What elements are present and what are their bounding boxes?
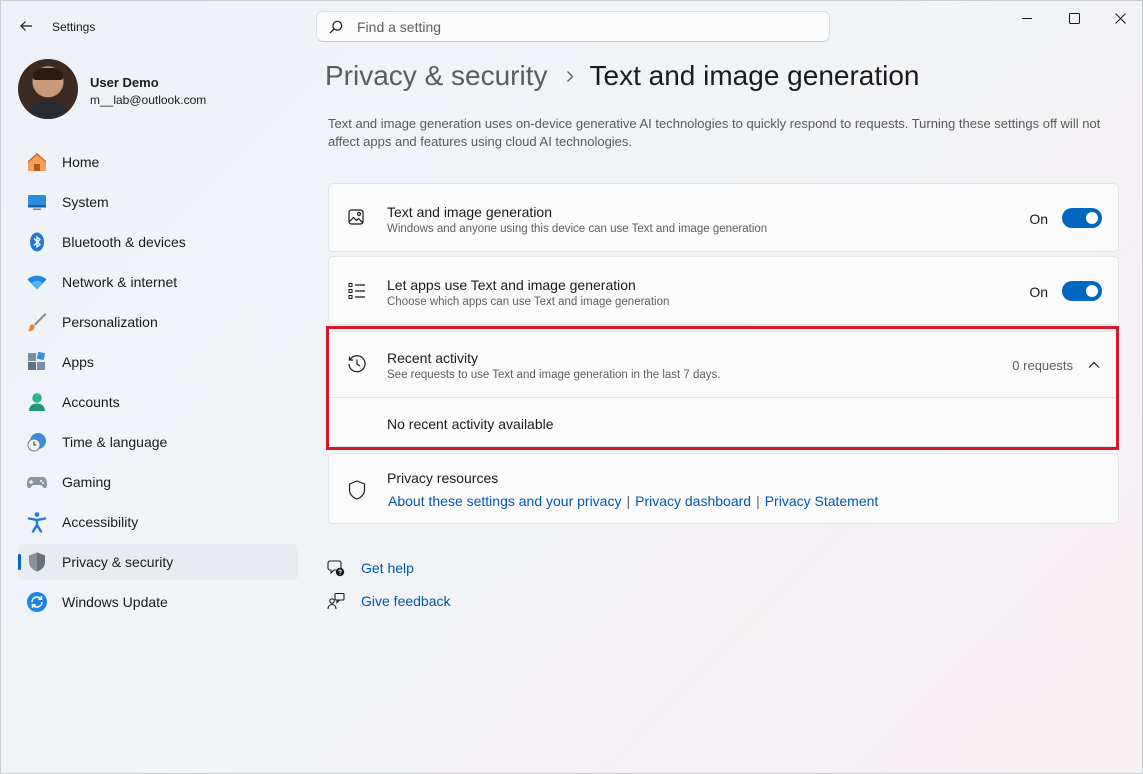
privacy-links: About these settings and your privacy | … <box>388 493 878 509</box>
minimize-icon <box>1022 18 1032 19</box>
sidebar-item-home[interactable]: Home <box>18 144 298 180</box>
accessibility-icon <box>26 511 48 533</box>
avatar <box>18 59 78 119</box>
sidebar-item-accounts[interactable]: Accounts <box>18 384 298 420</box>
setting-subtitle: Windows and anyone using this device can… <box>387 223 768 235</box>
setting-card-let-apps-use: Let apps use Text and image generation C… <box>328 256 1119 325</box>
page-title: Text and image generation <box>589 60 920 91</box>
gamepad-icon <box>26 471 48 493</box>
get-help-link[interactable]: Get help <box>361 560 414 576</box>
help-icon <box>326 558 346 578</box>
sidebar-item-network[interactable]: Network & internet <box>18 264 298 300</box>
chevron-right-icon <box>566 70 574 83</box>
user-email: m__lab@outlook.com <box>90 93 207 107</box>
setting-title: Let apps use Text and image generation <box>387 277 636 293</box>
recent-activity-title: Recent activity <box>387 350 479 366</box>
sidebar-item-gaming[interactable]: Gaming <box>18 464 298 500</box>
recent-activity-card: Recent activity See requests to use Text… <box>328 331 1119 447</box>
sidebar-item-bluetooth[interactable]: Bluetooth & devices <box>18 224 298 260</box>
get-help-row: Get help <box>326 558 414 578</box>
back-button[interactable] <box>13 13 39 39</box>
close-icon <box>1114 12 1126 24</box>
user-name: User Demo <box>90 75 159 90</box>
settings-window: Settings User Demo m__lab@outlook.com <box>0 0 1143 774</box>
history-icon <box>347 354 367 374</box>
link-separator: | <box>756 493 760 509</box>
setting-title: Text and image generation <box>387 204 552 220</box>
privacy-resources-card: Privacy resources About these settings a… <box>328 453 1119 524</box>
no-activity-message: No recent activity available <box>387 416 554 432</box>
page-description: Text and image generation uses on-device… <box>328 116 1101 149</box>
breadcrumb-parent-link[interactable]: Privacy & security <box>325 60 548 92</box>
globe-clock-icon <box>26 431 48 453</box>
sidebar-item-windows-update[interactable]: Windows Update <box>18 584 298 620</box>
setting-card-text-image-generation: Text and image generation Windows and an… <box>328 183 1119 252</box>
privacy-resources-title: Privacy resources <box>387 470 499 486</box>
feedback-icon <box>326 591 346 611</box>
sidebar-nav: Home System Bluetooth & devices Network … <box>18 144 298 624</box>
image-edit-icon <box>347 208 367 228</box>
close-button[interactable] <box>1097 1 1143 35</box>
search-input[interactable] <box>357 18 797 35</box>
shield-outline-icon <box>347 480 367 500</box>
let-apps-use-toggle[interactable] <box>1062 281 1102 301</box>
text-image-generation-toggle[interactable] <box>1062 208 1102 228</box>
sidebar-item-system[interactable]: System <box>18 184 298 220</box>
accounts-icon <box>26 391 48 413</box>
recent-activity-subtitle: See requests to use Text and image gener… <box>387 369 721 381</box>
privacy-dashboard-link[interactable]: Privacy dashboard <box>635 493 751 509</box>
toggle-state-label: On <box>1029 211 1048 227</box>
shield-icon <box>26 551 48 573</box>
privacy-statement-link[interactable]: Privacy Statement <box>765 493 879 509</box>
search-box[interactable] <box>316 11 830 42</box>
link-separator: | <box>626 493 631 509</box>
sidebar-item-time-language[interactable]: Time & language <box>18 424 298 460</box>
wifi-icon <box>26 271 48 293</box>
sidebar-item-apps[interactable]: Apps <box>18 344 298 380</box>
toggle-state-label: On <box>1029 284 1048 300</box>
search-icon <box>329 19 345 35</box>
back-arrow-icon <box>20 21 32 31</box>
request-count: 0 requests <box>1012 358 1073 373</box>
sidebar-item-privacy-security[interactable]: Privacy & security <box>18 544 298 580</box>
give-feedback-row: Give feedback <box>326 591 451 611</box>
setting-subtitle: Choose which apps can use Text and image… <box>387 296 670 308</box>
update-icon <box>26 591 48 613</box>
sidebar-item-personalization[interactable]: Personalization <box>18 304 298 340</box>
maximize-button[interactable] <box>1051 1 1097 35</box>
breadcrumb: Privacy & security Text and image genera… <box>325 60 920 92</box>
minimize-button[interactable] <box>1004 1 1050 35</box>
app-title: Settings <box>52 20 96 34</box>
title-bar: Settings <box>1 1 1142 51</box>
give-feedback-link[interactable]: Give feedback <box>361 593 451 609</box>
apps-icon <box>26 351 48 373</box>
maximize-icon <box>1068 12 1080 24</box>
home-icon <box>26 151 48 173</box>
list-icon <box>347 281 367 301</box>
system-icon <box>26 191 48 213</box>
bluetooth-icon <box>26 231 48 253</box>
chevron-up-icon[interactable] <box>1086 358 1102 372</box>
about-settings-privacy-link[interactable]: About these settings and your privacy <box>388 493 621 509</box>
recent-activity-header[interactable]: Recent activity See requests to use Text… <box>329 332 1118 398</box>
sidebar-item-accessibility[interactable]: Accessibility <box>18 504 298 540</box>
brush-icon <box>26 311 48 333</box>
